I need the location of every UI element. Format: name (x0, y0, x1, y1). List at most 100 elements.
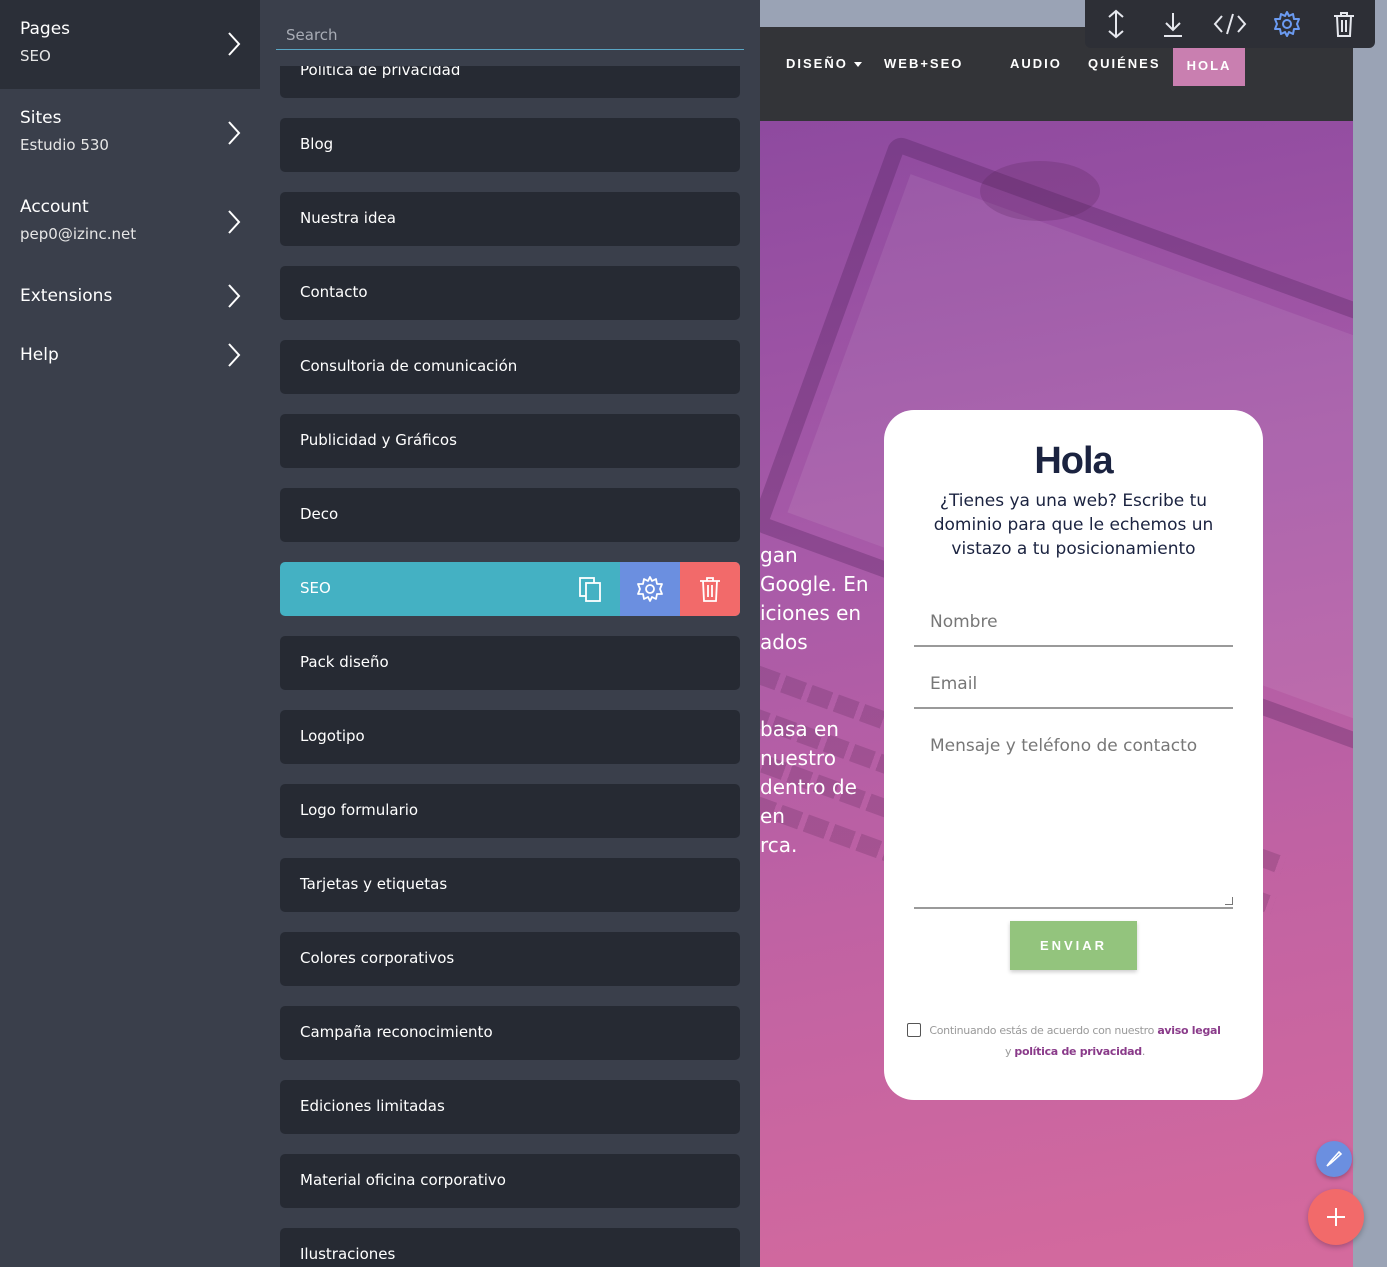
page-label: Tarjetas y etiquetas (300, 875, 448, 893)
sidebar-item-sub: SEO (20, 47, 51, 65)
email-placeholder: Email (930, 674, 978, 694)
form-subtitle: ¿Tienes ya una web? Escribe tu dominio p… (933, 491, 1214, 559)
page-item[interactable]: Campaña reconocimiento (280, 1006, 740, 1060)
email-field[interactable]: Email (914, 662, 1233, 709)
download-icon[interactable] (1156, 7, 1190, 41)
nav-link-diseno-label: DISEÑO (786, 56, 848, 71)
page-item-selected[interactable]: SEO (280, 562, 740, 616)
search-input[interactable]: Search (276, 20, 744, 50)
page-label: Política de privacidad (300, 61, 461, 79)
page-item[interactable]: Nuestra idea (280, 192, 740, 246)
page-item[interactable]: Tarjetas y etiquetas (280, 858, 740, 912)
hero-line: en (760, 804, 785, 828)
sidebar-item-account[interactable]: Account pep0@izinc.net (0, 178, 260, 267)
caret-down-icon (853, 62, 862, 68)
page-item[interactable]: Colores corporativos (280, 932, 740, 986)
page-label: Material oficina corporativo (300, 1171, 506, 1189)
nav-link-diseno[interactable]: DISEÑO (786, 56, 862, 71)
legal-checkbox[interactable] (907, 1023, 921, 1037)
legal-text: y (1004, 1045, 1012, 1058)
hero-line: nuestro (760, 746, 836, 770)
page-item[interactable]: Política de privacidad (280, 61, 740, 98)
hero-line: gan (760, 543, 798, 567)
page-item[interactable]: Material oficina corporativo (280, 1154, 740, 1208)
message-field[interactable]: Mensaje y teléfono de contacto (914, 724, 1233, 909)
chevron-right-icon (228, 284, 241, 308)
sidebar-item-title: Pages (20, 19, 71, 39)
page-item[interactable]: Logo formulario (280, 784, 740, 838)
chevron-right-icon (228, 210, 241, 234)
gear-icon[interactable] (620, 562, 680, 616)
legal-notice: Continuando estás de acuerdo con nuestro… (926, 1020, 1224, 1062)
edit-brush-button[interactable] (1316, 1141, 1352, 1177)
brush-icon (1326, 1150, 1343, 1167)
page-label: Consultoria de comunicación (300, 357, 518, 375)
page-list: Política de privacidad Blog Nuestra idea… (280, 61, 740, 1267)
page-item[interactable]: Publicidad y Gráficos (280, 414, 740, 468)
page-label: Logotipo (300, 727, 365, 745)
chevron-right-icon (228, 32, 241, 56)
name-placeholder: Nombre (930, 612, 998, 632)
hero-line: dentro de (760, 775, 857, 799)
move-vertical-icon[interactable] (1099, 7, 1133, 41)
page-label: Ilustraciones (300, 1245, 396, 1263)
sidebar-item-help[interactable]: Help (0, 326, 260, 385)
sidebar-item-sites[interactable]: Sites Estudio 530 (0, 89, 260, 178)
trash-icon[interactable] (680, 562, 740, 616)
aviso-legal-link[interactable]: aviso legal (1157, 1024, 1221, 1037)
hero-line: rca. (760, 833, 798, 857)
left-sidebar: Pages SEO Sites Estudio 530 Account pep0… (0, 0, 260, 1267)
page-label: Campaña reconocimiento (300, 1023, 493, 1041)
add-block-button[interactable] (1308, 1189, 1364, 1245)
page-item[interactable]: Consultoria de comunicación (280, 340, 740, 394)
legal-text: Continuando estás de acuerdo con nuestro (929, 1024, 1155, 1037)
privacy-policy-link[interactable]: política de privacidad (1014, 1045, 1142, 1058)
trash-icon[interactable] (1327, 7, 1361, 41)
copy-icon[interactable] (560, 562, 620, 616)
search-placeholder: Search (286, 26, 338, 44)
plant-image (980, 161, 1100, 221)
resize-grip-icon[interactable] (1225, 897, 1233, 905)
gear-icon[interactable] (1270, 7, 1304, 41)
page-label: Publicidad y Gráficos (300, 431, 457, 449)
block-toolbar (1085, 0, 1375, 48)
page-item[interactable]: Ediciones limitadas (280, 1080, 740, 1134)
page-label: Deco (300, 505, 339, 523)
page-label: Ediciones limitadas (300, 1097, 445, 1115)
nav-link-hola[interactable]: HOLA (1173, 46, 1245, 86)
page-item[interactable]: Contacto (280, 266, 740, 320)
nav-link-webseo[interactable]: WEB+SEO (884, 56, 963, 71)
sidebar-item-title: Extensions (20, 286, 113, 306)
page-label: Pack diseño (300, 653, 389, 671)
hero-line: basa en (760, 717, 839, 741)
name-field[interactable]: Nombre (914, 600, 1233, 647)
page-item[interactable]: Deco (280, 488, 740, 542)
page-label: SEO (300, 579, 331, 597)
message-placeholder: Mensaje y teléfono de contacto (930, 736, 1198, 756)
plus-icon (1327, 1208, 1345, 1226)
page-label: Contacto (300, 283, 368, 301)
nav-link-quienes[interactable]: QUIÉNES (1088, 56, 1161, 71)
sidebar-item-title: Sites (20, 108, 62, 128)
send-button[interactable]: ENVIAR (1010, 921, 1137, 970)
page-item[interactable]: Blog (280, 118, 740, 172)
page-item[interactable]: Logotipo (280, 710, 740, 764)
page-label: Nuestra idea (300, 209, 396, 227)
sidebar-item-extensions[interactable]: Extensions (0, 267, 260, 326)
code-icon[interactable] (1213, 7, 1247, 41)
nav-link-audio[interactable]: AUDIO (1010, 56, 1062, 71)
hero-line: Google. En (760, 572, 869, 596)
page-item[interactable]: Ilustraciones (280, 1228, 740, 1267)
page-label: Logo formulario (300, 801, 419, 819)
hero-line: ados (760, 630, 808, 654)
site-preview: DISEÑO WEB+SEO AUDIO QUIÉNES HOLA gan Go… (760, 0, 1387, 1267)
page-item[interactable]: Pack diseño (280, 636, 740, 690)
hero-line: iciones en (760, 601, 862, 625)
sidebar-item-title: Account (20, 197, 89, 217)
sidebar-item-sub: pep0@izinc.net (20, 225, 137, 243)
sidebar-item-pages[interactable]: Pages SEO (0, 0, 260, 89)
pages-panel: Search Política de privacidad Blog Nuest… (260, 0, 760, 1267)
sidebar-item-title: Help (20, 345, 59, 365)
contact-form-card: Hola ¿Tienes ya una web? Escribe tu domi… (884, 410, 1263, 1100)
page-label: Blog (300, 135, 334, 153)
